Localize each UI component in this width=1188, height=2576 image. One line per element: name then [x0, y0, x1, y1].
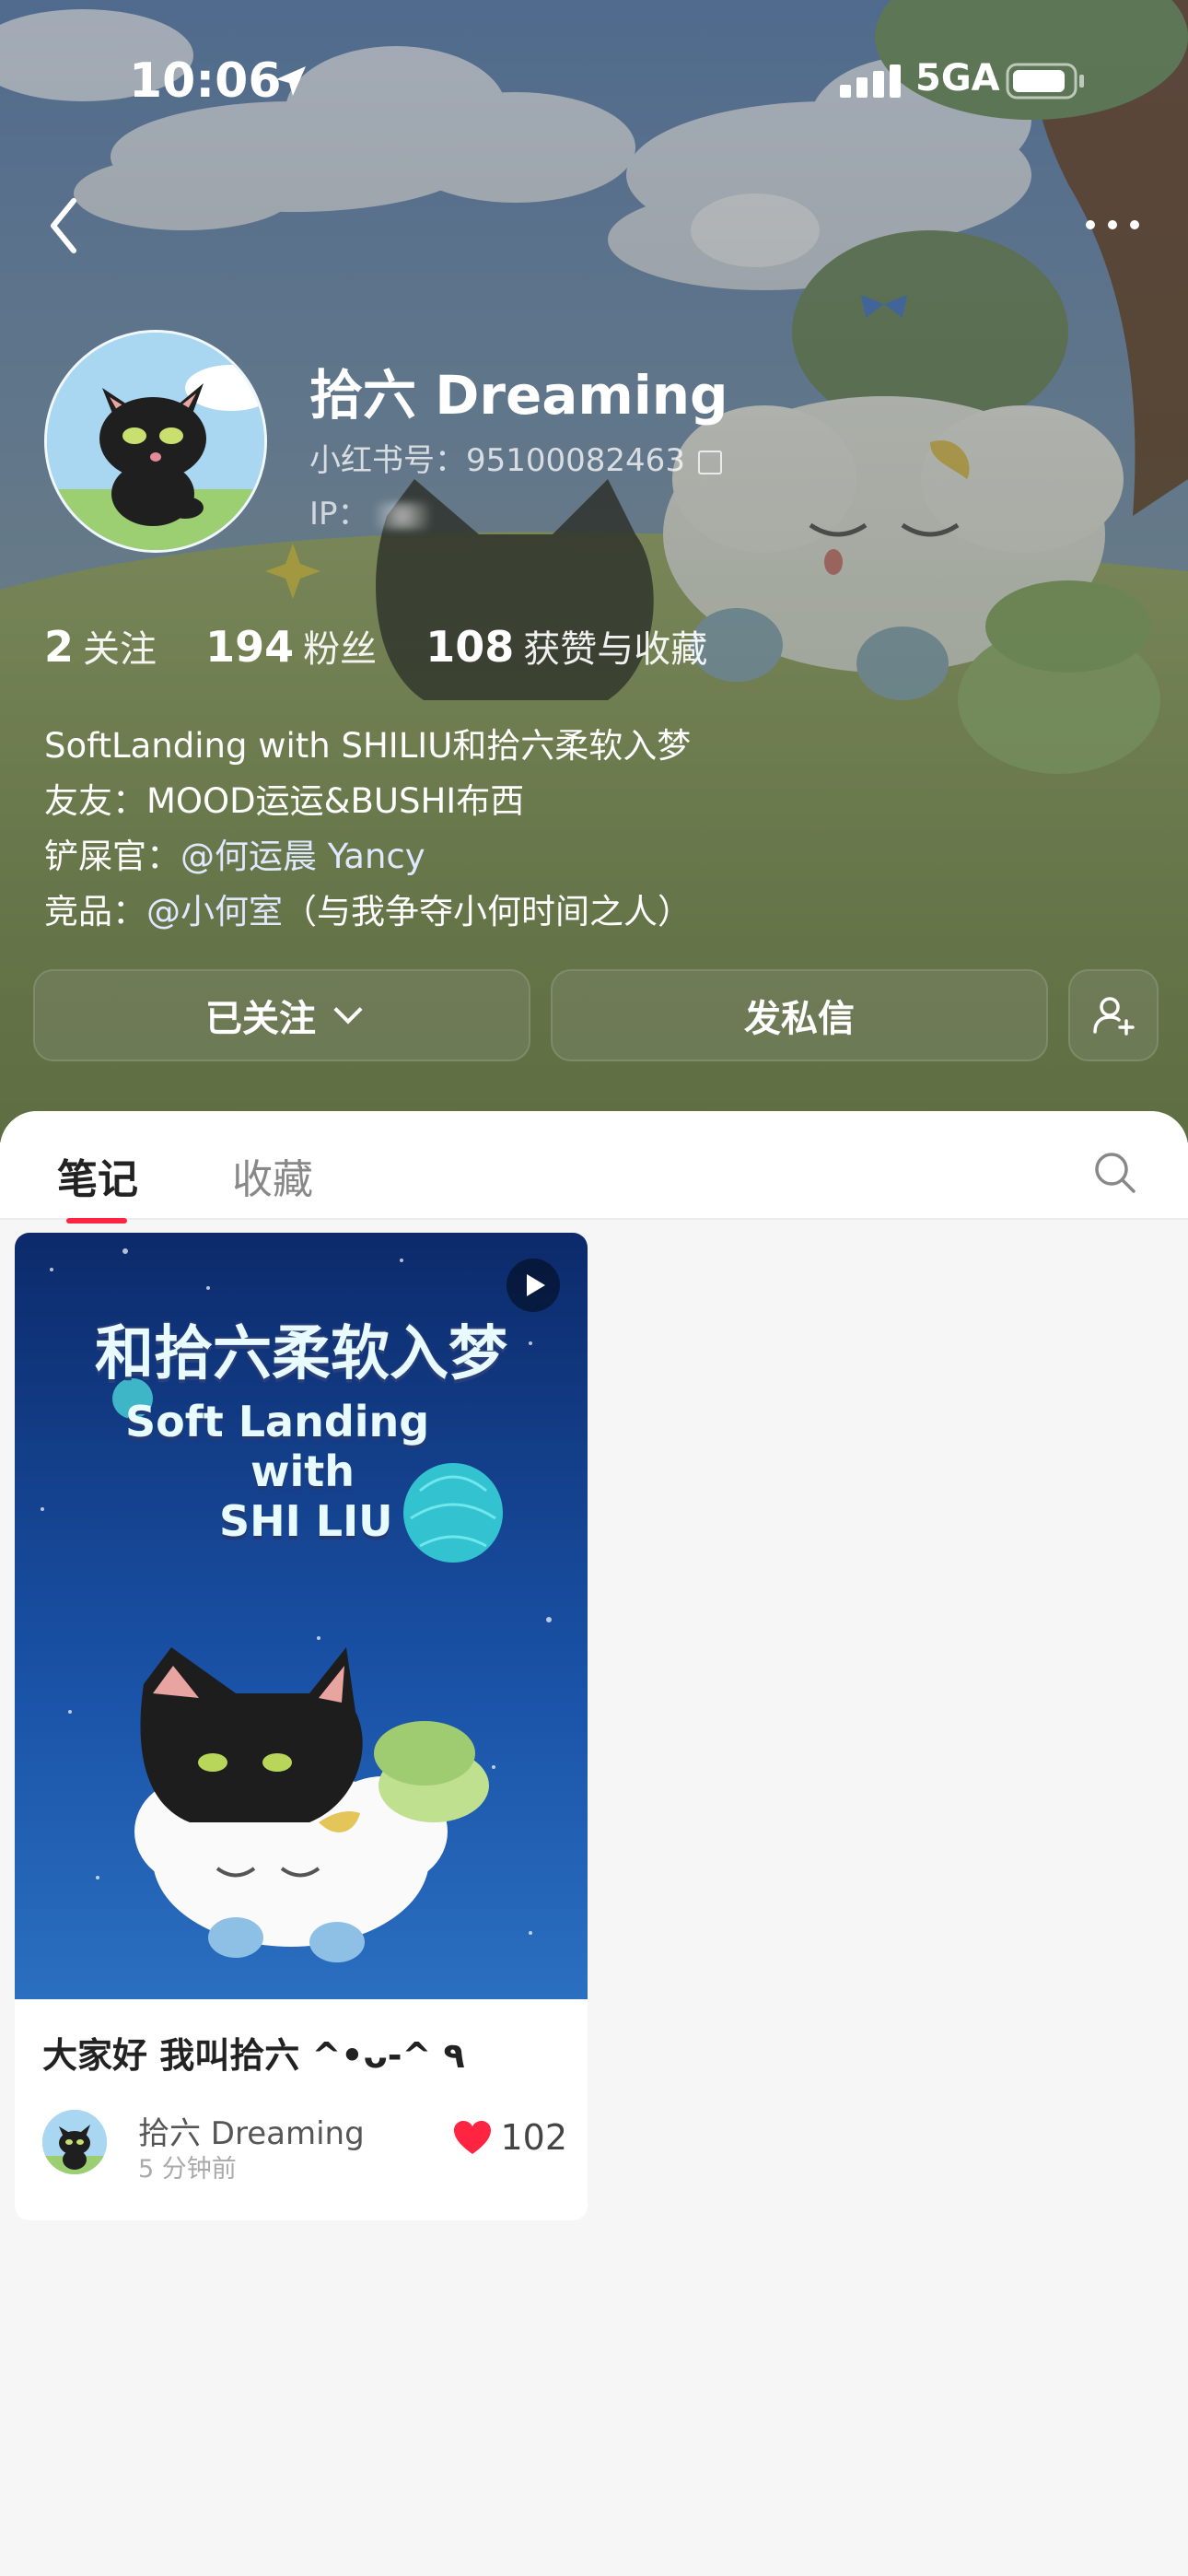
- signal-icon: [840, 64, 901, 98]
- tab-notes[interactable]: 笔记: [57, 1146, 138, 1224]
- active-tab-indicator: [66, 1218, 127, 1224]
- stat-following[interactable]: 2 关注: [44, 619, 157, 673]
- battery-icon: [1006, 63, 1084, 100]
- avatar-cat-illustration: [47, 333, 264, 550]
- ip-value-blurred: [374, 501, 430, 530]
- search-icon[interactable]: [1092, 1150, 1138, 1196]
- profile-tabs: 笔记 收藏: [0, 1111, 1188, 1224]
- bio-line: 竞品：@小何室（与我争夺小何时间之人）: [44, 892, 692, 931]
- red-id-label: 小红书号：: [309, 442, 466, 479]
- profile-name: 拾六 Dreaming: [309, 364, 728, 427]
- tab-favorites[interactable]: 收藏: [232, 1146, 313, 1205]
- add-friend-button[interactable]: [1068, 969, 1159, 1061]
- heart-icon: [454, 2120, 492, 2154]
- cover-subtitle: SHI LIU: [219, 1496, 393, 1546]
- mention-link[interactable]: @何运晨 Yancy: [181, 837, 425, 876]
- author-avatar-cat: [42, 2110, 107, 2174]
- add-friend-icon: [1093, 997, 1135, 1036]
- tab-notes-label: 笔记: [57, 1156, 138, 1203]
- profile-bio: SoftLanding with SHILIU和拾六柔软入梦 友友：MOOD运运…: [44, 719, 692, 940]
- note-title: 大家好 我叫拾六 ^•ᴗ-^ ٩: [42, 2035, 465, 2076]
- back-icon[interactable]: [46, 193, 83, 258]
- note-footer: 拾六 Dreaming 5 分钟前 102: [42, 2104, 577, 2184]
- note-cover[interactable]: 和拾六柔软入梦 Soft Landing with SHI LIU: [15, 1233, 588, 1999]
- post-time: 5 分钟前: [138, 2155, 237, 2184]
- more-icon[interactable]: [1083, 214, 1142, 236]
- ip-location: IP：: [309, 488, 430, 533]
- following-button[interactable]: 已关注: [33, 969, 530, 1061]
- play-icon[interactable]: [507, 1259, 560, 1312]
- like-count[interactable]: 102: [452, 2117, 567, 2158]
- mention-link[interactable]: @小何室: [146, 892, 283, 931]
- profile-avatar[interactable]: [44, 330, 267, 553]
- message-button[interactable]: 发私信: [551, 969, 1048, 1061]
- profile-stats: 2 关注 194 粉丝 108 获赞与收藏: [44, 619, 751, 673]
- location-arrow-icon: [276, 66, 306, 96]
- like-count-value: 102: [500, 2117, 567, 2158]
- network-type: 5GA: [915, 57, 1000, 100]
- bio-line: 友友：MOOD运运&BUSHI布西: [44, 781, 525, 821]
- tab-favorites-label: 收藏: [232, 1156, 313, 1203]
- following-button-label: 已关注: [205, 998, 316, 1040]
- stat-followers[interactable]: 194 粉丝: [205, 619, 377, 673]
- chevron-down-icon: [333, 995, 363, 1025]
- note-card[interactable]: 和拾六柔软入梦 Soft Landing with SHI LIU 大家好 我叫…: [15, 1233, 588, 2220]
- status-bar: 10:06 5GA: [0, 53, 1188, 109]
- cover-title: 和拾六柔软入梦: [95, 1320, 507, 1388]
- profile-header: 10:06 5GA 拾六 Dreaming 小红书号：95100082463 I…: [0, 0, 1188, 1142]
- cover-subtitle: with: [250, 1446, 355, 1496]
- content-panel: 笔记 收藏 和拾六柔软入梦 Soft Landing with SHI LIU …: [0, 1111, 1188, 2576]
- red-id: 小红书号：95100082463: [309, 435, 722, 480]
- bio-line: 铲屎官：@何运晨 Yancy: [44, 837, 425, 876]
- status-time: 10:06: [129, 53, 282, 109]
- message-button-label: 发私信: [744, 998, 855, 1040]
- cover-subtitle: Soft Landing: [125, 1397, 430, 1446]
- bio-line: SoftLanding with SHILIU和拾六柔软入梦: [44, 726, 692, 766]
- ip-label: IP：: [309, 496, 369, 533]
- stat-likes-collections[interactable]: 108 获赞与收藏: [425, 619, 707, 673]
- author-avatar[interactable]: [42, 2110, 107, 2174]
- author-name[interactable]: 拾六 Dreaming: [138, 2108, 365, 2153]
- copy-icon[interactable]: [697, 450, 722, 474]
- red-id-value: 95100082463: [466, 442, 685, 479]
